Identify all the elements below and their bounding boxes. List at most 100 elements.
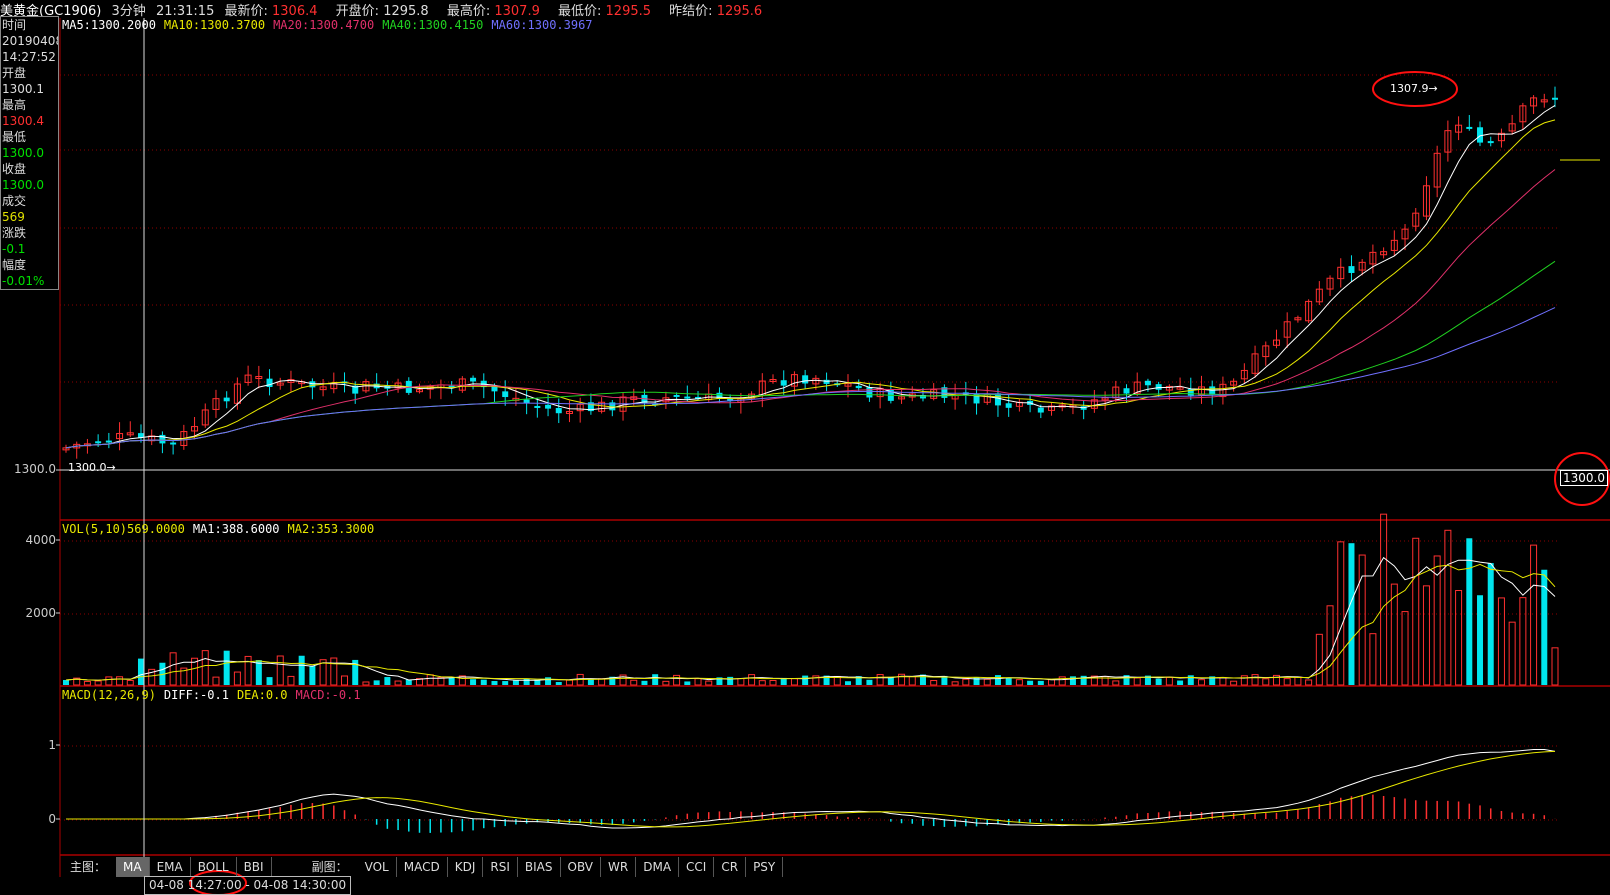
candle-down [1155,384,1162,390]
macd-lines [66,749,1556,829]
volume-bar-up [276,655,284,686]
tab-dma[interactable]: DMA [636,857,680,877]
candle-down [1552,97,1558,100]
volume-ma10-line [65,563,1556,681]
candle-down [684,396,691,399]
tab-macd[interactable]: MACD [397,857,448,877]
volume-bar-up [1422,585,1430,686]
volume-bar-up [126,679,134,686]
macd-legend-item-3: MACD:-0.1 [295,688,361,702]
tab-psy[interactable]: PSY [746,857,784,877]
volume-bar-up [287,675,295,686]
volume-bar-down [491,681,498,685]
volume-bar-down [255,660,262,685]
ma-legend-item-1: MA10:1300.3700 [163,18,266,32]
volume-bar-down [298,655,305,685]
volume-bar-up [630,679,638,686]
volume-bar-up [951,681,959,686]
candle-down [1477,127,1484,143]
high-price-marker: 1307.9→ [1390,82,1438,95]
volume-bar-down [448,677,455,685]
tab-rsi[interactable]: RSI [483,857,518,877]
macd-legend-item-2: DEA:0.0 [236,688,288,702]
volume-bar-down [63,680,69,685]
candle-down [534,405,541,408]
ma20-line [65,169,1556,449]
candle-down [855,385,862,389]
volume-bar-down [641,680,648,685]
volume-bar-up [1251,674,1259,686]
volume-bar-up [962,678,970,686]
volume-bar-up [1262,678,1270,686]
info-time-label: 时间 [2,18,27,32]
volume-bar-up [1305,679,1313,686]
volume-bar-down [384,677,391,685]
tab-bias[interactable]: BIAS [518,857,561,877]
volume-bar-down [1037,680,1044,685]
tab-vol[interactable]: VOL [358,857,397,877]
tab-wr[interactable]: WR [601,857,637,877]
low-price-marker: 1300.0→ [68,461,116,474]
tab-bbi[interactable]: BBI [237,857,272,877]
tab-obv[interactable]: OBV [561,857,602,877]
volume-bar-up [212,676,220,686]
tab-gap [272,857,302,877]
candle-down [1466,126,1473,129]
volume-bar-up [1315,633,1323,686]
candle-down [823,379,830,384]
candle-down [1123,388,1130,394]
main-chart-label: 主图： [70,860,107,874]
candle-down [545,404,552,409]
price-axis-label: 1300.0 [14,462,56,476]
candle-down [170,442,177,445]
volume-bar-up [758,680,766,686]
volume-bar-down [1477,595,1484,685]
candle-down [470,377,477,382]
volume-bar-up [1497,597,1505,686]
ma-legend-item-3: MA40:1300.4150 [382,18,484,32]
volume-bar-up [1112,680,1120,686]
volume-bar-down [137,658,144,685]
volume-bar-up [94,680,102,686]
volume-bar-up [748,674,756,686]
tab-boll[interactable]: BOLL [191,857,237,877]
candle-down [1348,266,1355,273]
volume-bar-down [480,679,487,685]
volume-bar-up [233,671,241,686]
volume-bar-down [545,677,552,685]
vol-legend-item-2: MA2:353.3000 [287,522,375,536]
volume-bars [63,513,1559,686]
volume-bar-down [555,681,562,685]
ma-legend: MA5:1300.2000 MA10:1300.3700 MA20:1300.470… [62,18,601,32]
volume-bar-down [1187,675,1194,685]
tab-ma[interactable]: MA [116,857,150,877]
candle-down [502,391,509,398]
info-close-label: 收盘 [2,162,27,176]
tab-cr[interactable]: CR [714,857,747,877]
candle-down [1005,403,1012,408]
volume-bar-down [502,681,509,685]
volume-bar-down [866,679,873,685]
tab-ema[interactable]: EMA [150,857,191,877]
info-range: -0.01% [2,274,45,288]
macd-legend: MACD(12,26,9) DIFF:-0.1 DEA:0.0 MACD:-0.1 [62,688,369,702]
volume-bar-up [105,676,113,686]
volume-bar-down [309,665,316,685]
volume-bar-up [1551,647,1559,686]
macd-axis-label-1: 1 [48,738,56,752]
volume-bar-up [769,680,777,686]
info-high-label: 最高 [2,98,27,112]
kline-chart[interactable] [0,0,1610,895]
candle-down [309,381,316,388]
volume-bar-down [1027,680,1034,685]
volume-bar-down [1069,676,1076,685]
tab-kdj[interactable]: KDJ [448,857,484,877]
info-close: 1300.0 [2,178,44,192]
info-open-label: 开盘 [2,66,27,80]
volume-bar-up [1508,621,1516,686]
info-change: -0.1 [2,242,26,256]
volume-bar-up [330,657,338,686]
macd-axis-label-0: 0 [48,812,56,826]
tab-cci[interactable]: CCI [679,857,715,877]
volume-ma5-line [65,556,1556,681]
